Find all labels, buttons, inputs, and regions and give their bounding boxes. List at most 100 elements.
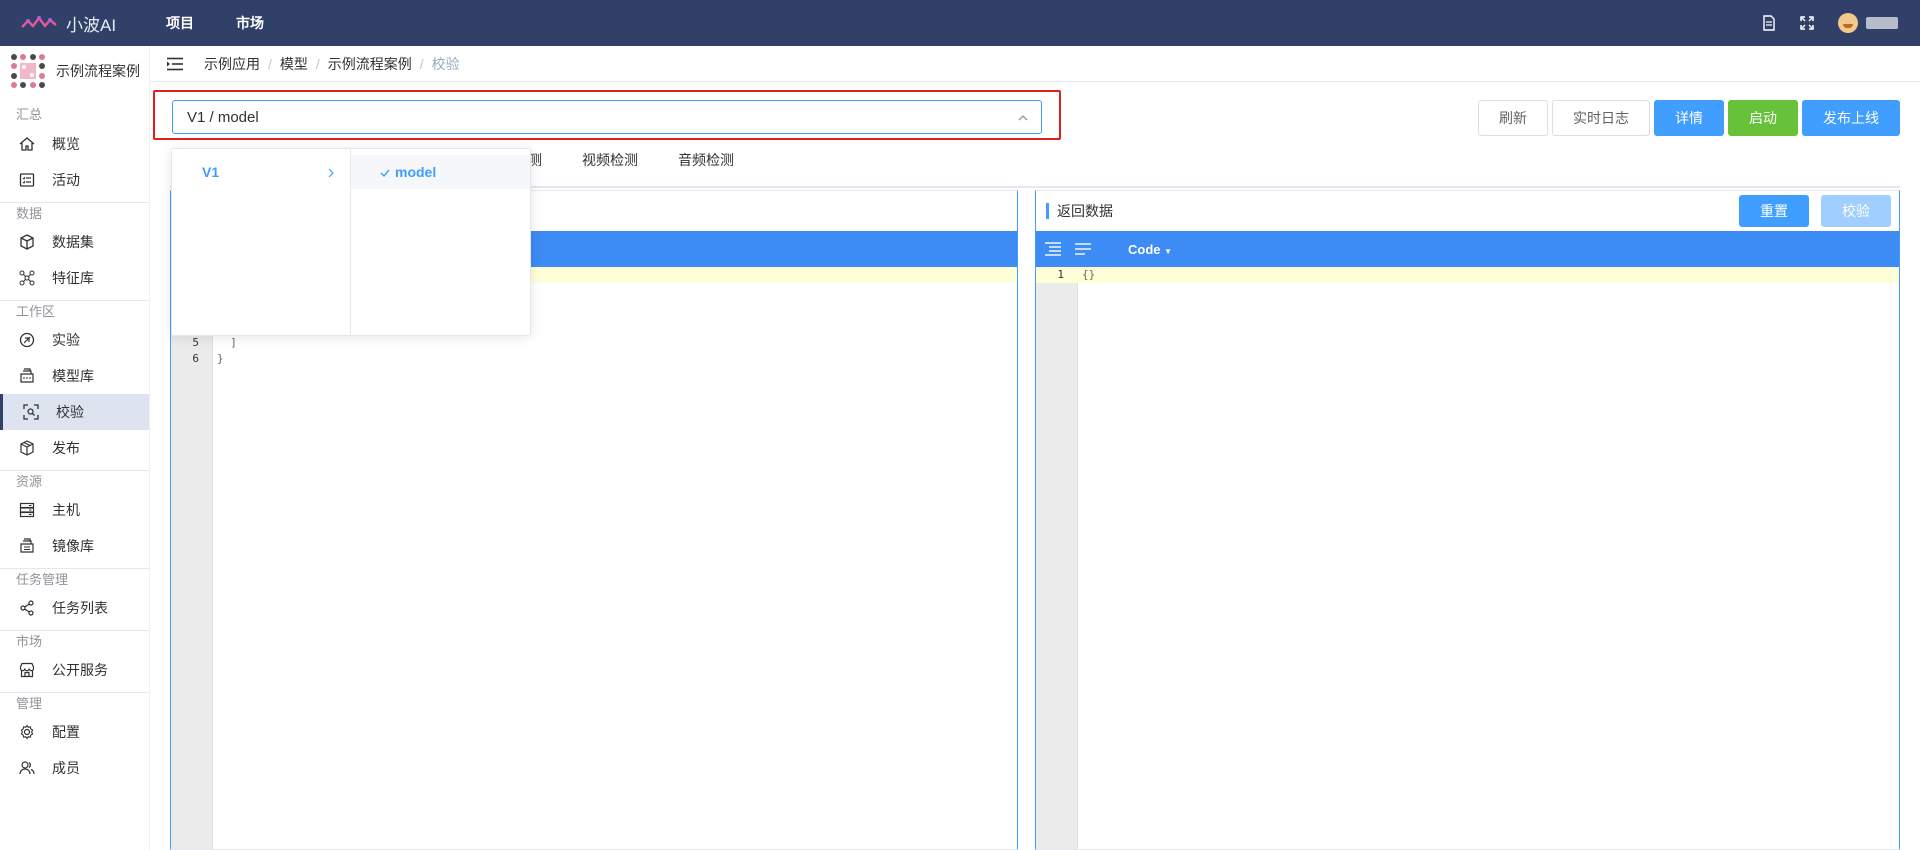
line-number: 5	[192, 336, 199, 349]
breadcrumb-item[interactable]: 模型	[280, 54, 308, 74]
group-data: 数据	[0, 202, 149, 224]
sidebar-item-label: 发布	[52, 440, 80, 456]
sidebar: 示例流程案例 汇总 概览 活动 数据 数据集 特征库 工作区 实验 模型库 校验…	[0, 46, 150, 850]
sidebar-item-label: 配置	[52, 724, 80, 740]
editor-line: 6 }	[171, 351, 1017, 367]
cascader-option-model[interactable]: model	[351, 155, 530, 189]
version-model-select[interactable]: V1 / model	[172, 100, 1042, 134]
sidebar-item-members[interactable]: 成员	[0, 750, 149, 786]
sidebar-item-label: 特征库	[52, 270, 94, 286]
editor-line: 5 ]	[171, 335, 1017, 351]
sidebar-item-label: 主机	[52, 502, 80, 518]
title-accent-bar	[1046, 203, 1049, 219]
group-workspace: 工作区	[0, 300, 149, 322]
response-title: 返回数据	[1057, 203, 1113, 219]
breadcrumb-item[interactable]: 示例应用	[204, 54, 260, 74]
code-text: ]	[217, 336, 237, 349]
breadcrumb-current: 校验	[431, 55, 460, 72]
sidebar-item-label: 实验	[52, 332, 80, 348]
response-panel: 返回数据 重置 校验 Code ▼ 1 {}	[1035, 190, 1900, 850]
group-management: 管理	[0, 692, 149, 714]
project-header[interactable]: 示例流程案例	[0, 46, 149, 96]
start-button[interactable]: 启动	[1728, 100, 1798, 136]
nav-projects[interactable]: 项目	[166, 13, 194, 33]
highlight-annotation-box: V1 / model	[153, 90, 1061, 140]
verify-button[interactable]: 校验	[1821, 195, 1891, 227]
realtime-log-button[interactable]: 实时日志	[1552, 100, 1650, 136]
breadcrumb-separator: /	[419, 55, 424, 72]
response-json-editor[interactable]: 1 {}	[1036, 267, 1899, 849]
code-text: }	[217, 352, 224, 365]
editor-line: 1 {}	[1036, 267, 1899, 283]
editor-mode-select[interactable]: Code ▼	[1128, 242, 1172, 257]
main-content: 示例应用 / 模型 / 示例流程案例 / 校验 V1 / model 刷新 实时日志 …	[150, 46, 1920, 850]
server-icon	[18, 501, 36, 519]
sidebar-item-host[interactable]: 主机	[0, 492, 149, 528]
fullscreen-icon[interactable]	[1798, 14, 1816, 32]
sidebar-item-dataset[interactable]: 数据集	[0, 224, 149, 260]
publish-online-button[interactable]: 发布上线	[1802, 100, 1900, 136]
experiment-icon	[18, 331, 36, 349]
top-bar: 小波AI 项目 市场	[0, 0, 1920, 46]
sidebar-item-verify[interactable]: 校验	[0, 394, 149, 430]
project-name: 示例流程案例	[56, 63, 140, 79]
app-logo[interactable]: 小波AI	[20, 11, 140, 36]
details-button[interactable]: 详情	[1654, 100, 1724, 136]
sidebar-item-label: 活动	[52, 172, 80, 188]
breadcrumb-separator: /	[315, 55, 320, 72]
model-library-icon	[18, 367, 36, 385]
document-icon[interactable]	[1760, 14, 1778, 32]
action-buttons: 刷新 实时日志 详情 启动 发布上线	[1474, 100, 1900, 136]
nav-market[interactable]: 市场	[236, 13, 264, 33]
sidebar-item-overview[interactable]: 概览	[0, 126, 149, 162]
username-masked[interactable]	[1866, 17, 1898, 29]
sidebar-item-label: 数据集	[52, 234, 94, 250]
members-icon	[18, 759, 36, 777]
dataset-cube-icon	[18, 233, 36, 251]
sidebar-item-settings[interactable]: 配置	[0, 714, 149, 750]
format-icon[interactable]	[1044, 240, 1062, 258]
compact-icon[interactable]	[1074, 240, 1092, 258]
app-name: 小波AI	[66, 15, 117, 35]
sidebar-item-publish[interactable]: 发布	[0, 430, 149, 466]
check-icon	[379, 166, 391, 178]
sidebar-item-model-library[interactable]: 模型库	[0, 358, 149, 394]
breadcrumb: 示例应用 / 模型 / 示例流程案例 / 校验	[204, 54, 460, 74]
publish-box-icon	[18, 439, 36, 457]
sidebar-item-experiment[interactable]: 实验	[0, 322, 149, 358]
feature-graph-icon	[18, 269, 36, 287]
tab-audio-detection[interactable]: 音频检测	[678, 150, 734, 170]
sidebar-item-public-service[interactable]: 公开服务	[0, 652, 149, 688]
project-avatar-icon	[10, 53, 46, 89]
sidebar-item-task-list[interactable]: 任务列表	[0, 590, 149, 626]
home-icon	[18, 135, 36, 153]
sidebar-item-feature-store[interactable]: 特征库	[0, 260, 149, 296]
sidebar-item-image-repo[interactable]: 镜像库	[0, 528, 149, 564]
line-number: 6	[192, 352, 199, 365]
group-task-management: 任务管理	[0, 568, 149, 590]
activity-icon	[18, 171, 36, 189]
chevron-right-icon	[326, 166, 336, 178]
logo-wave-icon	[21, 16, 57, 28]
sidebar-item-label: 成员	[52, 760, 80, 776]
option-label: V1	[202, 164, 220, 180]
option-label: model	[395, 164, 437, 180]
breadcrumb-item[interactable]: 示例流程案例	[328, 54, 412, 74]
sidebar-item-activity[interactable]: 活动	[0, 162, 149, 198]
line-gutter	[1036, 267, 1078, 849]
tab-video-detection[interactable]: 视频检测	[582, 150, 638, 170]
refresh-button[interactable]: 刷新	[1478, 100, 1548, 136]
sidebar-item-label: 任务列表	[52, 600, 108, 616]
store-icon	[18, 661, 36, 679]
breadcrumb-bar: 示例应用 / 模型 / 示例流程案例 / 校验	[150, 46, 1920, 82]
group-resources: 资源	[0, 470, 149, 492]
request-json-editor[interactable]: 5 ] 6 }	[171, 267, 1017, 849]
cascader-dropdown: V1 model	[171, 148, 531, 336]
image-repo-icon	[18, 537, 36, 555]
reset-button[interactable]: 重置	[1739, 195, 1809, 227]
user-avatar[interactable]	[1838, 13, 1858, 33]
caret-down-icon: ▼	[1164, 246, 1173, 256]
collapse-menu-icon[interactable]	[166, 55, 184, 73]
cascader-menu-versions: V1	[172, 149, 351, 335]
cascader-option-version[interactable]: V1	[172, 155, 350, 189]
